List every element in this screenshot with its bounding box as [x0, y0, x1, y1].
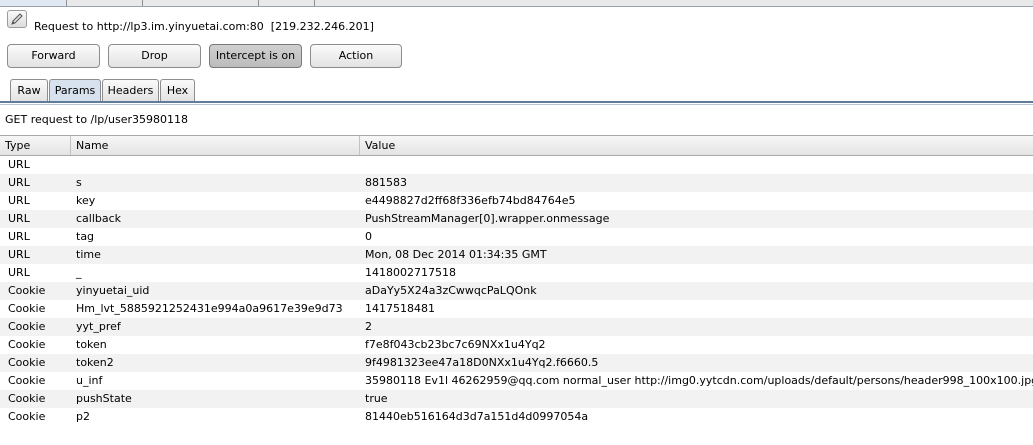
message-view-tabs: Raw Params Headers Hex	[0, 79, 1033, 102]
tab-headers[interactable]: Headers	[102, 79, 159, 101]
cell-type: Cookie	[8, 320, 46, 333]
cell-value: aDaYy5X24a3zCwwqcPaLQOnk	[365, 284, 537, 297]
table-row[interactable]: Cookie p2 81440eb516164d3d7a151d4d0997054a	[0, 408, 1033, 426]
cell-name: key	[76, 194, 96, 207]
top-tab-options[interactable]	[142, 0, 259, 6]
cell-type: URL	[8, 194, 30, 207]
cell-value: 1418002717518	[365, 266, 456, 279]
table-row[interactable]: Cookie token2 9f4981323ee47a18D0NXx1u4Yq2.…	[0, 354, 1033, 372]
column-header-value[interactable]: Value	[360, 136, 1033, 155]
table-row[interactable]: URL callback PushStreamManager[0].wrapper.…	[0, 210, 1033, 228]
drop-button[interactable]: Drop	[108, 44, 201, 68]
cell-name: tag	[76, 230, 95, 243]
cell-type: Cookie	[8, 410, 46, 423]
cell-name: Hm_lvt_5885921252431e994a0a9617e39e9d73	[76, 302, 343, 315]
table-row[interactable]: Cookie yyt_pref 2	[0, 318, 1033, 336]
cell-type: Cookie	[8, 302, 46, 315]
cell-type: URL	[8, 176, 30, 189]
cell-type: URL	[8, 212, 30, 225]
cell-value: 9f4981323ee47a18D0NXx1u4Yq2.f6660.5	[365, 356, 599, 369]
cell-name: callback	[76, 212, 122, 225]
table-row[interactable]: URL time Mon, 08 Dec 2014 01:34:35 GMT	[0, 246, 1033, 264]
cell-value: f7e8f043cb23bc7c69NXx1u4Yq2	[365, 338, 546, 351]
tab-hex[interactable]: Hex	[160, 79, 195, 101]
top-tab-intercept[interactable]	[0, 0, 67, 6]
table-row[interactable]: URL	[0, 156, 1033, 174]
cell-name: pushState	[76, 392, 132, 405]
column-header-name[interactable]: Name	[71, 136, 360, 155]
table-row[interactable]: URL tag 0	[0, 228, 1033, 246]
tab-raw[interactable]: Raw	[10, 79, 48, 101]
table-row[interactable]: Cookie Hm_lvt_5885921252431e994a0a9617e39…	[0, 300, 1033, 318]
pencil-icon[interactable]	[7, 10, 27, 28]
cell-name: u_inf	[76, 374, 103, 387]
params-table: Type Name Value URL URL s 881583 URL key e44…	[0, 135, 1033, 426]
divider	[0, 101, 1033, 103]
cell-name: _	[76, 266, 82, 279]
top-tab-extra[interactable]	[258, 0, 315, 6]
cell-value: 1417518481	[365, 302, 435, 315]
table-row[interactable]: URL s 881583	[0, 174, 1033, 192]
cell-value: 35980118 Ev1l 46262959@qq.com normal_use…	[365, 374, 1033, 387]
cell-value: e4498827d2ff68f336efb74bd84764e5	[365, 194, 576, 207]
cell-name: s	[76, 176, 82, 189]
table-row[interactable]: URL key e4498827d2ff68f336efb74bd84764e5	[0, 192, 1033, 210]
cell-value: true	[365, 392, 388, 405]
table-row[interactable]: Cookie u_inf 35980118 Ev1l 46262959@qq.com…	[0, 372, 1033, 390]
divider	[0, 104, 1033, 105]
request-target: Request to http://lp3.im.yinyuetai.com:8…	[34, 20, 374, 33]
cell-type: URL	[8, 230, 30, 243]
table-row[interactable]: URL _ 1418002717518	[0, 264, 1033, 282]
cell-type: Cookie	[8, 374, 46, 387]
cell-type: URL	[8, 158, 30, 171]
table-row[interactable]: Cookie token f7e8f043cb23bc7c69NXx1u4Yq2	[0, 336, 1033, 354]
cell-name: time	[76, 248, 101, 261]
table-header: Type Name Value	[0, 135, 1033, 156]
intercept-toggle-button[interactable]: Intercept is on	[209, 44, 302, 68]
column-header-type[interactable]: Type	[0, 136, 71, 155]
action-button[interactable]: Action	[310, 44, 402, 68]
cell-name: yinyuetai_uid	[76, 284, 150, 297]
top-tab-history[interactable]	[66, 0, 143, 6]
cell-type: Cookie	[8, 392, 46, 405]
table-row[interactable]: Cookie pushState true	[0, 390, 1033, 408]
cell-value: Mon, 08 Dec 2014 01:34:35 GMT	[365, 248, 547, 261]
cell-type: URL	[8, 266, 30, 279]
cell-name: token2	[76, 356, 114, 369]
forward-button[interactable]: Forward	[7, 44, 100, 68]
cell-value: PushStreamManager[0].wrapper.onmessage	[365, 212, 610, 225]
cell-value: 2	[365, 320, 372, 333]
table-body: URL URL s 881583 URL key e4498827d2ff68f336e…	[0, 156, 1033, 426]
cell-type: URL	[8, 248, 30, 261]
cell-value: 0	[365, 230, 372, 243]
cell-type: Cookie	[8, 338, 46, 351]
cell-name: token	[76, 338, 107, 351]
cell-type: Cookie	[8, 356, 46, 369]
cell-name: p2	[76, 410, 90, 423]
cell-value: 881583	[365, 176, 407, 189]
table-row[interactable]: Cookie yinyuetai_uid aDaYy5X24a3zCwwqcPaLQ…	[0, 282, 1033, 300]
top-tab-strip	[0, 0, 1033, 7]
tab-params[interactable]: Params	[49, 79, 101, 102]
cell-name: yyt_pref	[76, 320, 121, 333]
request-summary: GET request to /lp/user35980118	[5, 113, 188, 126]
cell-value: 81440eb516164d3d7a151d4d0997054a	[365, 410, 589, 423]
cell-type: Cookie	[8, 284, 46, 297]
